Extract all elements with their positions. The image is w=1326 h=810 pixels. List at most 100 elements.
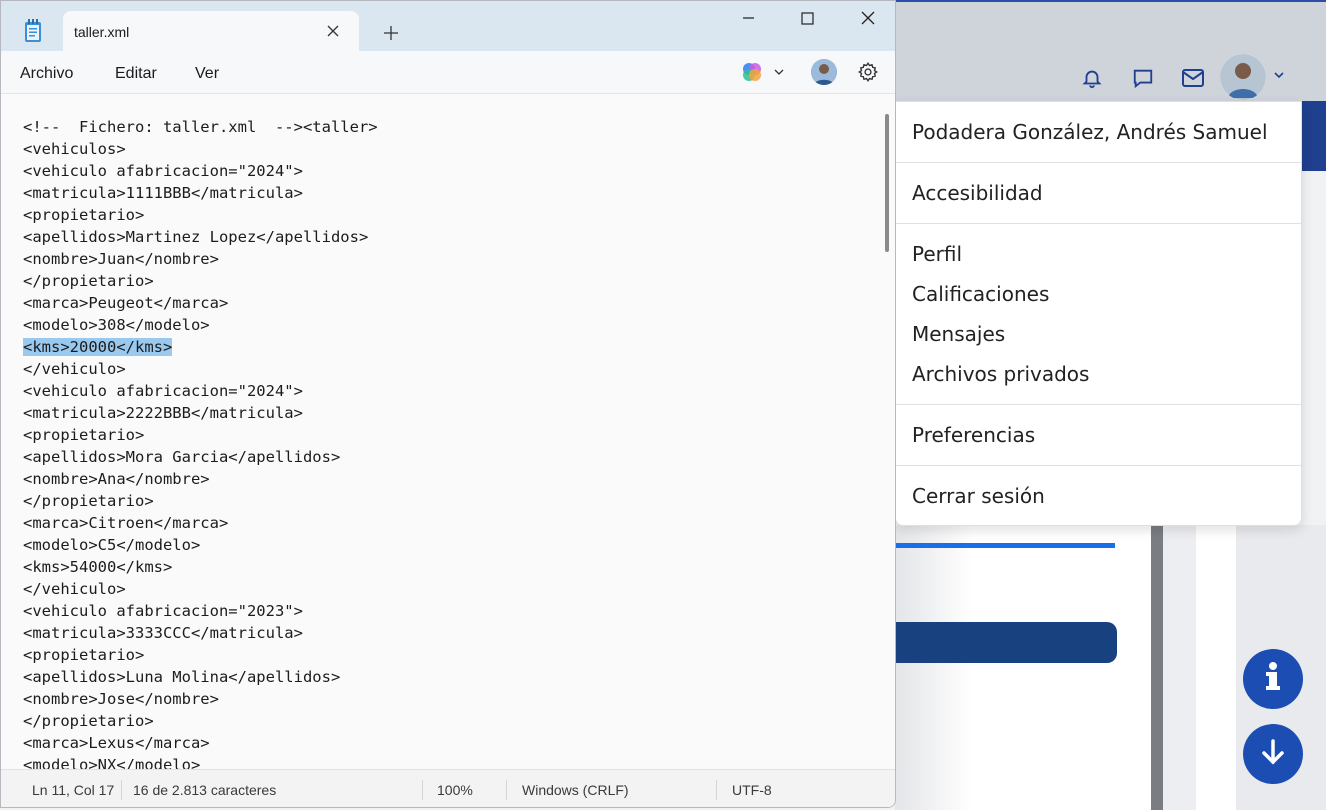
code-text: </vehiculo> <box>23 580 126 598</box>
close-tab-icon[interactable] <box>325 23 341 39</box>
code-text: <apellidos>Mora Garcia</apellidos> <box>23 448 341 466</box>
status-cursor-position: Ln 11, Col 17 <box>32 782 115 798</box>
copilot-icon[interactable] <box>741 61 763 83</box>
menu-divider <box>896 223 1301 224</box>
progress-bar <box>895 543 1115 548</box>
code-line[interactable]: </propietario> <box>23 270 378 292</box>
vertical-scrollbar[interactable] <box>885 114 889 252</box>
code-line[interactable]: <nombre>Ana</nombre> <box>23 468 378 490</box>
close-window-icon[interactable] <box>857 7 879 29</box>
code-text: <nombre>Juan</nombre> <box>23 250 219 268</box>
code-text: <marca>Citroen</marca> <box>23 514 229 532</box>
user-avatar[interactable] <box>1220 54 1266 100</box>
menu-user-name[interactable]: Podadera González, Andrés Samuel <box>912 120 1268 144</box>
account-avatar[interactable] <box>811 59 837 85</box>
maximize-icon[interactable] <box>797 7 819 29</box>
status-divider <box>422 780 423 800</box>
code-line[interactable]: <vehiculo afabricacion="2023"> <box>23 600 378 622</box>
text-editor[interactable]: <!-- Fichero: taller.xml --><taller> <veh… <box>1 93 895 774</box>
status-zoom[interactable]: 100% <box>437 782 473 798</box>
code-text: <!-- Fichero: taller.xml --><taller> <box>23 118 378 136</box>
menu-grades[interactable]: Calificaciones <box>912 282 1049 306</box>
code-line[interactable]: <marca>Citroen</marca> <box>23 512 378 534</box>
code-line[interactable]: <propietario> <box>23 424 378 446</box>
code-line[interactable]: <modelo>C5</modelo> <box>23 534 378 556</box>
code-text: <vehiculo afabricacion="2023"> <box>23 602 303 620</box>
code-line[interactable]: <matricula>2222BBB</matricula> <box>23 402 378 424</box>
code-line[interactable]: <nombre>Juan</nombre> <box>23 248 378 270</box>
code-line[interactable]: <vehiculo afabricacion="2024"> <box>23 160 378 182</box>
chat-icon[interactable] <box>1127 62 1159 94</box>
menu-messages[interactable]: Mensajes <box>912 322 1005 346</box>
code-text: <kms>54000</kms> <box>23 558 173 576</box>
code-text: <propietario> <box>23 206 145 224</box>
code-text: <vehiculos> <box>23 140 126 158</box>
scroll-down-button[interactable] <box>1243 724 1303 784</box>
code-text: </propietario> <box>23 272 154 290</box>
status-divider <box>121 780 122 800</box>
code-line[interactable]: <propietario> <box>23 204 378 226</box>
code-text: <marca>Peugeot</marca> <box>23 294 229 312</box>
code-line[interactable]: </propietario> <box>23 490 378 512</box>
code-line[interactable]: <vehiculos> <box>23 138 378 160</box>
code-line[interactable]: </vehiculo> <box>23 578 378 600</box>
code-line[interactable]: <vehiculo afabricacion="2024"> <box>23 380 378 402</box>
code-text: </propietario> <box>23 712 154 730</box>
chevron-down-icon[interactable] <box>1272 68 1288 84</box>
status-bar: Ln 11, Col 17 16 de 2.813 caracteres 100… <box>1 769 895 807</box>
minimize-icon[interactable] <box>738 7 760 29</box>
code-line[interactable]: <!-- Fichero: taller.xml --><taller> <box>23 116 378 138</box>
code-line[interactable]: </vehiculo> <box>23 358 378 380</box>
editor-content[interactable]: <!-- Fichero: taller.xml --><taller> <veh… <box>23 116 378 776</box>
notepad-icon <box>23 19 43 43</box>
title-bar[interactable]: taller.xml <box>1 1 895 52</box>
code-line[interactable]: <kms>54000</kms> <box>23 556 378 578</box>
menu-logout[interactable]: Cerrar sesión <box>912 484 1045 508</box>
menu-ver[interactable]: Ver <box>195 65 219 83</box>
code-line[interactable]: <marca>Peugeot</marca> <box>23 292 378 314</box>
page-divider <box>1151 525 1163 810</box>
code-line[interactable]: <apellidos>Luna Molina</apellidos> <box>23 666 378 688</box>
code-text: <marca>Lexus</marca> <box>23 734 210 752</box>
info-icon <box>1261 661 1285 698</box>
gear-icon[interactable] <box>857 61 879 83</box>
mail-icon[interactable] <box>1177 62 1209 94</box>
tab-taller-xml[interactable]: taller.xml <box>63 11 359 52</box>
code-line[interactable]: <nombre>Jose</nombre> <box>23 688 378 710</box>
menu-preferences[interactable]: Preferencias <box>912 423 1035 447</box>
menu-archivo[interactable]: Archivo <box>20 65 73 83</box>
tab-title: taller.xml <box>74 24 130 40</box>
code-text: <apellidos>Luna Molina</apellidos> <box>23 668 341 686</box>
page-button[interactable] <box>880 622 1117 663</box>
status-selection-count: 16 de 2.813 caracteres <box>133 782 277 798</box>
chevron-down-icon[interactable] <box>773 65 785 77</box>
user-dropdown-menu: Podadera González, Andrés Samuel Accesib… <box>895 101 1302 526</box>
bell-icon[interactable] <box>1076 62 1108 94</box>
menu-accessibility[interactable]: Accesibilidad <box>912 181 1043 205</box>
code-line[interactable]: <propietario> <box>23 644 378 666</box>
menu-profile[interactable]: Perfil <box>912 242 962 266</box>
menu-private-files[interactable]: Archivos privados <box>912 362 1089 386</box>
menu-divider <box>896 465 1301 466</box>
plus-icon[interactable] <box>381 23 401 43</box>
menu-divider <box>896 404 1301 405</box>
menu-editar[interactable]: Editar <box>115 65 157 83</box>
selected-text: <kms>20000</kms> <box>23 338 173 356</box>
code-line[interactable]: <apellidos>Martinez Lopez</apellidos> <box>23 226 378 248</box>
code-line[interactable]: <apellidos>Mora Garcia</apellidos> <box>23 446 378 468</box>
code-line[interactable]: <marca>Lexus</marca> <box>23 732 378 754</box>
code-text: </vehiculo> <box>23 360 126 378</box>
code-line[interactable]: <kms>20000</kms> <box>23 336 378 358</box>
code-line[interactable]: <modelo>308</modelo> <box>23 314 378 336</box>
status-line-ending[interactable]: Windows (CRLF) <box>522 782 629 798</box>
code-text: <nombre>Ana</nombre> <box>23 470 210 488</box>
content-card <box>895 525 1155 810</box>
code-line[interactable]: </propietario> <box>23 710 378 732</box>
info-button[interactable] <box>1243 649 1303 709</box>
code-text: </propietario> <box>23 492 154 510</box>
code-line[interactable]: <matricula>1111BBB</matricula> <box>23 182 378 204</box>
code-line[interactable]: <matricula>3333CCC</matricula> <box>23 622 378 644</box>
arrow-down-icon <box>1258 737 1288 772</box>
code-text: <propietario> <box>23 646 145 664</box>
status-encoding[interactable]: UTF-8 <box>732 782 772 798</box>
